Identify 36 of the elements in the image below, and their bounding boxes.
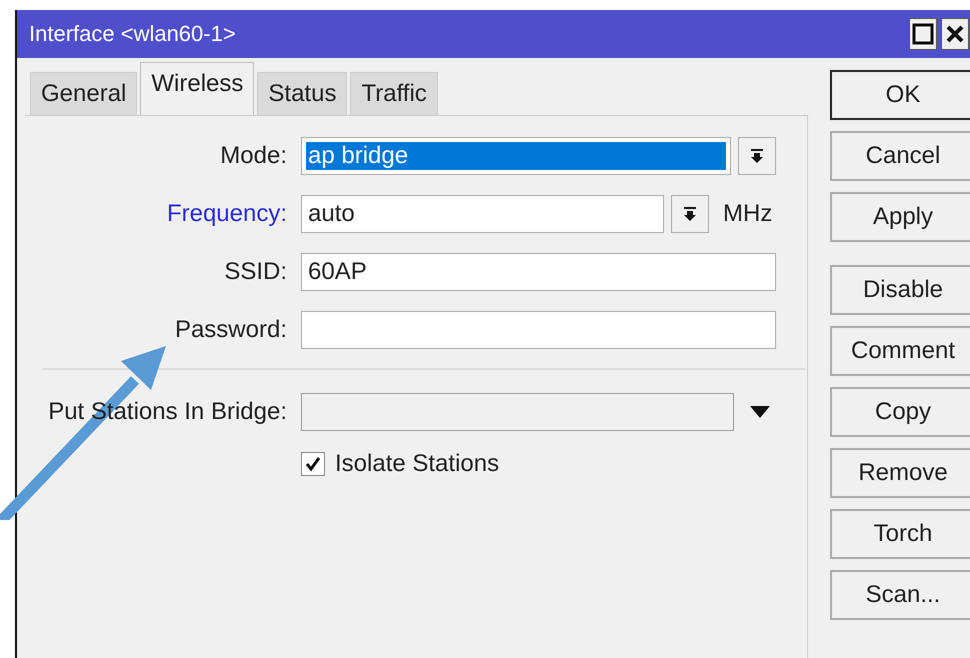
text-field[interactable]: 60AP xyxy=(301,253,776,291)
dialog-button[interactable]: Cancel xyxy=(830,131,970,181)
tab[interactable]: Status xyxy=(257,72,348,115)
dialog-button[interactable]: Apply xyxy=(830,192,970,242)
dialog-button[interactable]: Torch xyxy=(830,509,970,559)
arrow-down-bar-icon xyxy=(750,148,764,164)
close-icon[interactable] xyxy=(941,18,969,50)
unit-label: MHz xyxy=(723,200,772,228)
maximize-icon[interactable] xyxy=(909,18,937,50)
tab[interactable]: General xyxy=(30,72,138,115)
field-label: Frequency: xyxy=(166,200,287,227)
field-value: 60AP xyxy=(307,258,368,286)
tab[interactable]: Wireless xyxy=(140,62,254,115)
field-label: Password: xyxy=(174,316,287,343)
dialog-button[interactable]: Scan... xyxy=(830,570,970,620)
dialog-button[interactable]: Copy xyxy=(830,387,970,437)
checkbox[interactable] xyxy=(301,452,325,476)
dialog-button[interactable]: Remove xyxy=(830,448,970,498)
dropdown-field[interactable] xyxy=(301,393,734,431)
dropdown-arrow-icon[interactable] xyxy=(750,406,770,418)
tab[interactable]: Traffic xyxy=(350,72,438,115)
arrow-down-bar-icon xyxy=(683,206,697,222)
combo-field[interactable]: ap bridge xyxy=(301,137,731,175)
dropdown-button[interactable] xyxy=(738,137,776,175)
combo-field[interactable]: auto xyxy=(301,195,664,233)
dialog-button[interactable]: Disable xyxy=(830,265,970,315)
field-value: ap bridge xyxy=(306,142,726,170)
checkbox-label: Isolate Stations xyxy=(335,450,500,478)
dialog-button[interactable]: Comment xyxy=(830,326,970,376)
field-label: SSID: xyxy=(224,258,287,285)
dropdown-button[interactable] xyxy=(671,195,709,233)
field-label: Mode: xyxy=(220,142,287,169)
text-field[interactable] xyxy=(301,311,776,349)
dialog-button[interactable]: OK xyxy=(830,70,970,120)
field-value: auto xyxy=(307,200,356,228)
window-title: Interface <wlan60-1> xyxy=(29,21,236,47)
